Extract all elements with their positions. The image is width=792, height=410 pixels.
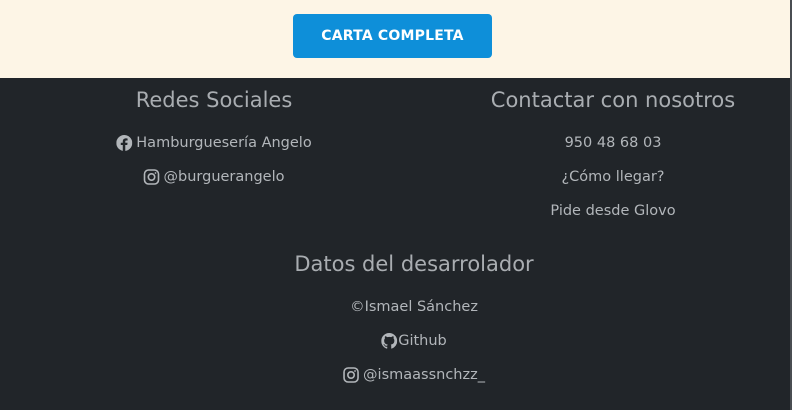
instagram-label-restaurant: @burguerangelo [163,169,285,185]
phone-link[interactable]: 950 48 68 03 [565,135,662,151]
github-label: Github [398,333,447,349]
github-link[interactable]: Github [381,333,447,349]
glovo-link[interactable]: Pide desde Glovo [550,203,675,219]
instagram-icon [343,367,359,383]
footer: Redes Sociales Hamburguesería Angelo @bu… [0,78,792,410]
developer-section-title: Datos del desarrolador [294,252,534,276]
directions-link[interactable]: ¿Cómo llegar? [561,169,664,185]
social-section-title: Redes Sociales [135,88,293,112]
github-icon [381,333,398,349]
contact-section-title: Contactar con nosotros [490,88,736,112]
instagram-link-developer[interactable]: @ismaassnchzz_ [343,367,485,383]
instagram-icon [143,169,160,185]
phone-number: 950 48 68 03 [564,135,662,151]
carta-completa-button[interactable]: CARTA COMPLETA [293,14,492,58]
instagram-label-developer: @ismaassnchzz_ [363,367,485,383]
facebook-icon [116,135,133,151]
copyright-label: ©Ismael Sánchez [350,299,478,315]
instagram-link-restaurant[interactable]: @burguerangelo [143,169,285,185]
top-band: CARTA COMPLETA [0,0,792,78]
glovo-label: Pide desde Glovo [550,203,676,219]
directions-label: ¿Cómo llegar? [561,169,665,185]
developer-copyright: ©Ismael Sánchez [350,299,478,315]
facebook-label: Hamburguesería Angelo [136,135,312,151]
facebook-link[interactable]: Hamburguesería Angelo [116,135,312,151]
